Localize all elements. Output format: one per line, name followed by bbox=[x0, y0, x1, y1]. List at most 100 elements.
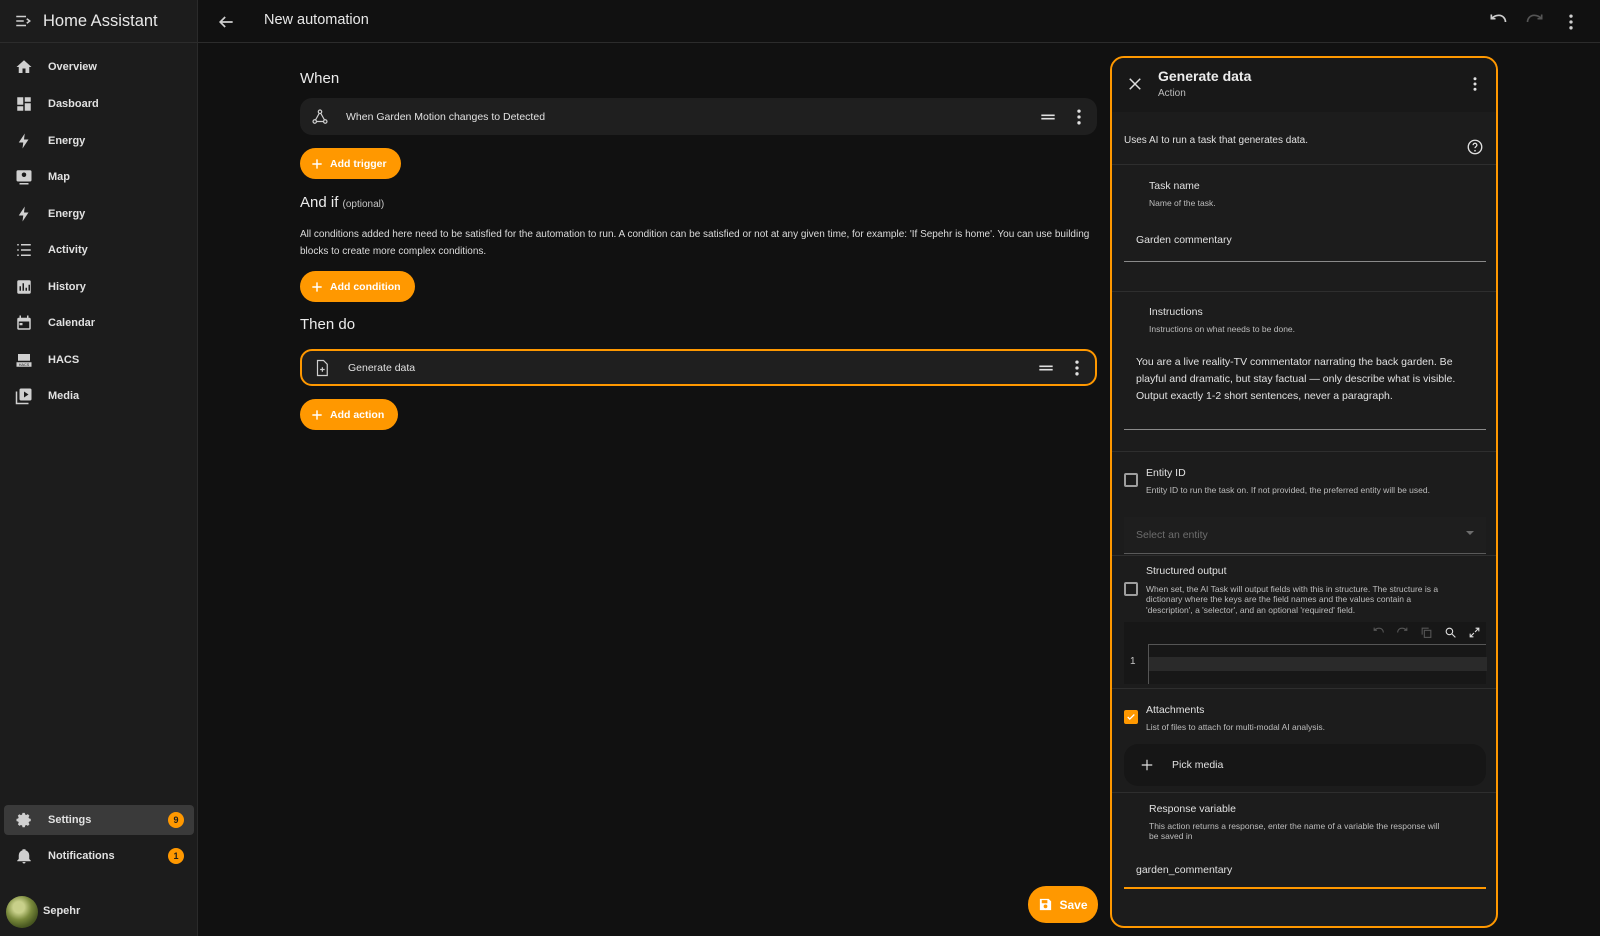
add-trigger-button[interactable]: Add trigger bbox=[300, 148, 401, 179]
instructions-line-3: Output exactly 1-2 short sentences, neve… bbox=[1136, 390, 1393, 402]
undo-icon[interactable] bbox=[1488, 12, 1508, 32]
chevron-down-icon bbox=[1466, 531, 1474, 535]
code-input-area[interactable] bbox=[1148, 644, 1487, 684]
sidebar-item-hacs[interactable]: HACS HACS bbox=[4, 345, 194, 375]
trigger-label: When Garden Motion changes to Detected bbox=[346, 110, 546, 123]
sidebar-item-media[interactable]: Media bbox=[4, 381, 194, 411]
save-button[interactable]: Save bbox=[1028, 886, 1098, 923]
task-name-hint: Name of the task. bbox=[1149, 198, 1216, 208]
response-variable-field[interactable]: garden_commentary bbox=[1124, 858, 1486, 889]
add-condition-button[interactable]: Add condition bbox=[300, 271, 415, 302]
sidebar-item-history[interactable]: History bbox=[4, 272, 194, 302]
redo-icon[interactable] bbox=[1525, 12, 1545, 32]
more-vert-icon[interactable] bbox=[1466, 75, 1484, 93]
response-variable-hint-2: be saved in bbox=[1149, 831, 1193, 841]
notifications-badge: 1 bbox=[168, 848, 184, 864]
map-icon bbox=[14, 167, 34, 187]
fullscreen-icon[interactable] bbox=[1466, 624, 1482, 640]
sidebar-item-label: Settings bbox=[48, 814, 92, 826]
more-vert-icon[interactable] bbox=[1067, 358, 1087, 378]
entity-select[interactable]: Select an entity bbox=[1124, 517, 1486, 554]
more-vert-icon[interactable] bbox=[1561, 12, 1581, 32]
add-trigger-label: Add trigger bbox=[330, 157, 387, 170]
structured-output-label: Structured output bbox=[1146, 565, 1227, 577]
entity-id-checkbox[interactable] bbox=[1124, 473, 1138, 487]
dashboard-icon bbox=[14, 94, 34, 114]
help-circle-icon[interactable] bbox=[1466, 138, 1484, 156]
sidebar-item-overview[interactable]: Overview bbox=[4, 52, 194, 82]
instructions-line-2: playful and dramatic, but stay factual —… bbox=[1136, 373, 1456, 385]
hacs-icon: HACS bbox=[14, 350, 34, 370]
sidebar-item-energy-2[interactable]: Energy bbox=[4, 199, 194, 229]
attachments-hint: List of files to attach for multi-modal … bbox=[1146, 722, 1326, 732]
entity-id-label: Entity ID bbox=[1146, 467, 1186, 479]
sidebar-item-settings[interactable]: Settings 9 bbox=[4, 805, 194, 835]
action-row[interactable]: Generate data bbox=[300, 349, 1097, 386]
add-action-button[interactable]: Add action bbox=[300, 399, 399, 430]
gear-icon bbox=[14, 810, 34, 830]
home-icon bbox=[14, 57, 34, 77]
instructions-label: Instructions bbox=[1149, 306, 1203, 318]
instructions-field[interactable]: You are a live reality-TV commentator na… bbox=[1124, 346, 1486, 430]
panel-description: Uses AI to run a task that generates dat… bbox=[1124, 135, 1308, 146]
section-title-then-do: Then do bbox=[300, 316, 356, 333]
close-icon[interactable] bbox=[1126, 75, 1144, 93]
sidebar-item-map[interactable]: Map bbox=[4, 162, 194, 192]
media-icon bbox=[14, 386, 34, 406]
undo-icon[interactable] bbox=[1370, 624, 1386, 640]
floppy-disk-icon bbox=[1040, 898, 1052, 911]
divider bbox=[1112, 164, 1496, 165]
plus-icon bbox=[312, 409, 322, 420]
redo-icon[interactable] bbox=[1394, 624, 1410, 640]
attachments-checkbox[interactable] bbox=[1124, 710, 1138, 724]
section-title-and-if: And if (optional) bbox=[300, 194, 384, 211]
structured-output-hint-2: dictionary where the keys are the field … bbox=[1146, 594, 1412, 604]
sidebar-item-dashboard[interactable]: Dasboard bbox=[4, 89, 194, 119]
trigger-graph-icon bbox=[310, 107, 330, 127]
avatar[interactable] bbox=[6, 896, 38, 928]
sidebar-item-notifications[interactable]: Notifications 1 bbox=[4, 841, 194, 871]
structured-output-checkbox[interactable] bbox=[1124, 582, 1138, 596]
sidebar-item-label: Map bbox=[48, 171, 70, 183]
sidebar-item-label: Media bbox=[48, 390, 80, 402]
divider bbox=[1112, 792, 1496, 793]
sidebar-item-calendar[interactable]: Calendar bbox=[4, 308, 194, 338]
copy-icon[interactable] bbox=[1418, 624, 1434, 640]
more-vert-icon[interactable] bbox=[1069, 107, 1089, 127]
top-bar: New automation bbox=[198, 0, 1600, 43]
drag-handle-icon[interactable] bbox=[1038, 107, 1058, 127]
user-name[interactable]: Sepehr bbox=[43, 905, 80, 917]
structured-output-hint-1: When set, the AI Task will output fields… bbox=[1146, 584, 1439, 594]
back-arrow-icon[interactable] bbox=[216, 12, 236, 32]
instructions-hint: Instructions on what needs to be done. bbox=[1149, 324, 1296, 334]
sidebar-item-label: Energy bbox=[48, 135, 86, 147]
plus-icon bbox=[312, 158, 322, 169]
plus-icon bbox=[312, 281, 322, 292]
add-condition-label: Add condition bbox=[330, 280, 401, 293]
entity-select-placeholder: Select an entity bbox=[1136, 529, 1208, 541]
lightning-icon bbox=[14, 204, 34, 224]
optional-label: (optional) bbox=[342, 199, 385, 210]
sidebar-item-activity[interactable]: Activity bbox=[4, 235, 194, 265]
section-title-when: When bbox=[300, 70, 340, 87]
pick-media-button[interactable]: Pick media bbox=[1124, 744, 1486, 786]
sidebar-item-label: Activity bbox=[48, 244, 88, 256]
attachments-label: Attachments bbox=[1146, 704, 1205, 716]
find-replace-icon[interactable] bbox=[1442, 624, 1458, 640]
pick-media-label: Pick media bbox=[1172, 759, 1224, 771]
action-detail-panel: Generate data Action Uses AI to run a ta… bbox=[1110, 56, 1498, 928]
sidebar-item-energy[interactable]: Energy bbox=[4, 126, 194, 156]
drag-handle-icon[interactable] bbox=[1036, 358, 1056, 378]
task-name-value: Garden commentary bbox=[1136, 234, 1232, 246]
menu-icon[interactable] bbox=[14, 12, 32, 30]
sidebar-item-label: HACS bbox=[48, 354, 80, 366]
trigger-row[interactable]: When Garden Motion changes to Detected bbox=[300, 98, 1097, 135]
response-variable-label: Response variable bbox=[1149, 803, 1236, 815]
page-title: New automation bbox=[264, 12, 369, 28]
calendar-icon bbox=[14, 313, 34, 333]
task-name-label: Task name bbox=[1149, 180, 1200, 192]
yaml-code-editor[interactable]: 1 bbox=[1124, 622, 1487, 684]
sidebar-item-label: Dasboard bbox=[48, 98, 99, 110]
divider bbox=[1112, 555, 1496, 556]
task-name-field[interactable]: Garden commentary bbox=[1124, 222, 1486, 262]
